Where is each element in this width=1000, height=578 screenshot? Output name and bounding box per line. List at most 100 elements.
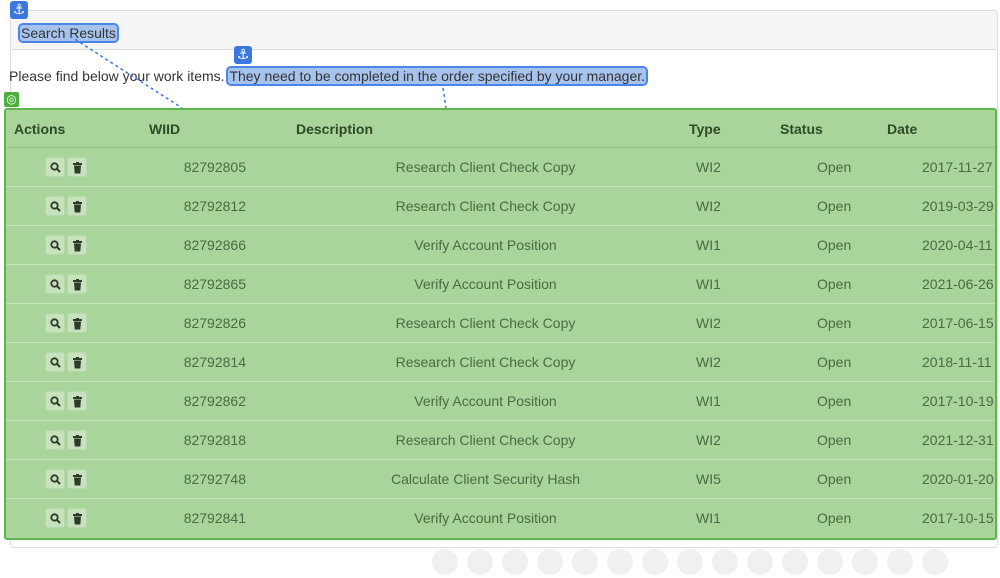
intro-highlight: They need to be completed in the order s… <box>226 66 649 86</box>
description-cell: Research Client Check Copy <box>289 186 682 226</box>
date-cell: 2017-06-15 <box>885 303 995 343</box>
actions-cell <box>6 459 141 499</box>
page-dot[interactable] <box>677 549 703 575</box>
page-dot[interactable] <box>502 549 528 575</box>
description-cell: Research Client Check Copy <box>289 303 682 343</box>
search-button[interactable] <box>45 313 65 333</box>
delete-button[interactable] <box>67 391 87 411</box>
intro-prefix: Please find below your work items. <box>9 68 225 84</box>
page-dot[interactable] <box>817 549 843 575</box>
description-cell: Research Client Check Copy <box>289 420 682 460</box>
type-cell: WI2 <box>682 186 773 226</box>
table-row: 82792862 Verify Account Position WI1 Open 20… <box>6 381 995 421</box>
table-header-row: Actions WIID Description Type Status Dat… <box>6 110 995 148</box>
intro-text: Please find below your work items. They … <box>9 66 649 86</box>
page-dot[interactable] <box>782 549 808 575</box>
delete-button[interactable] <box>67 313 87 333</box>
page-dot[interactable] <box>887 549 913 575</box>
date-cell: 2017-10-15 <box>885 498 995 537</box>
delete-button[interactable] <box>67 469 87 489</box>
date-cell: 2019-03-29 <box>885 186 995 226</box>
date-cell: 2017-10-19 <box>885 381 995 421</box>
actions-cell <box>6 303 141 343</box>
delete-button[interactable] <box>67 352 87 372</box>
search-button[interactable] <box>45 235 65 255</box>
status-cell: Open <box>773 186 885 226</box>
panel-heading: Search Results <box>11 11 997 50</box>
table-row: 82792814 Research Client Check Copy WI2 Ope… <box>6 342 995 382</box>
type-cell: WI2 <box>682 147 773 187</box>
date-cell: 2020-04-11 <box>885 225 995 265</box>
date-cell: 2017-11-27 <box>885 147 995 187</box>
wiid-cell: 82792862 <box>141 381 289 421</box>
type-cell: WI5 <box>682 459 773 499</box>
search-button[interactable] <box>45 469 65 489</box>
wiid-cell: 82792841 <box>141 498 289 537</box>
delete-button[interactable] <box>67 235 87 255</box>
status-cell: Open <box>773 420 885 460</box>
table-row: 82792805 Research Client Check Copy WI2 Ope… <box>6 147 995 187</box>
header-actions: Actions <box>6 110 141 148</box>
page-dot[interactable] <box>432 549 458 575</box>
panel-title: Search Results <box>18 23 119 43</box>
actions-cell <box>6 225 141 265</box>
wiid-cell: 82792805 <box>141 147 289 187</box>
page-dot[interactable] <box>572 549 598 575</box>
header-description: Description <box>289 110 682 148</box>
page-dot[interactable] <box>922 549 948 575</box>
page-dot[interactable] <box>607 549 633 575</box>
search-button[interactable] <box>45 352 65 372</box>
delete-button[interactable] <box>67 430 87 450</box>
date-cell: 2020-01-20 <box>885 459 995 499</box>
page-dot[interactable] <box>642 549 668 575</box>
status-cell: Open <box>773 303 885 343</box>
type-cell: WI2 <box>682 303 773 343</box>
description-cell: Verify Account Position <box>289 225 682 265</box>
description-cell: Verify Account Position <box>289 498 682 537</box>
header-date: Date <box>885 110 995 148</box>
table-row: 82792748 Calculate Client Security Hash WI… <box>6 459 995 499</box>
status-cell: Open <box>773 381 885 421</box>
status-cell: Open <box>773 225 885 265</box>
actions-cell <box>6 342 141 382</box>
status-cell: Open <box>773 342 885 382</box>
description-cell: Verify Account Position <box>289 264 682 304</box>
page-dot[interactable] <box>747 549 773 575</box>
page-dot[interactable] <box>467 549 493 575</box>
wiid-cell: 82792865 <box>141 264 289 304</box>
date-cell: 2021-12-31 <box>885 420 995 460</box>
type-cell: WI1 <box>682 381 773 421</box>
type-cell: WI1 <box>682 264 773 304</box>
type-cell: WI1 <box>682 225 773 265</box>
date-cell: 2021-06-26 <box>885 264 995 304</box>
delete-button[interactable] <box>67 274 87 294</box>
search-button[interactable] <box>45 274 65 294</box>
delete-button[interactable] <box>67 196 87 216</box>
wiid-cell: 82792812 <box>141 186 289 226</box>
table-row: 82792826 Research Client Check Copy WI2 Ope… <box>6 303 995 343</box>
anchor-icon: ⚓ <box>10 1 28 19</box>
actions-cell <box>6 186 141 226</box>
delete-button[interactable] <box>67 508 87 528</box>
actions-cell <box>6 381 141 421</box>
search-button[interactable] <box>45 508 65 528</box>
table-row: 82792865 Verify Account Position WI1 Open 20… <box>6 264 995 304</box>
target-icon: ◎ <box>4 92 19 107</box>
wiid-cell: 82792814 <box>141 342 289 382</box>
table-row: 82792841 Verify Account Position WI1 Open 20… <box>6 498 995 537</box>
search-button[interactable] <box>45 391 65 411</box>
page-dot[interactable] <box>712 549 738 575</box>
description-cell: Verify Account Position <box>289 381 682 421</box>
status-cell: Open <box>773 459 885 499</box>
status-cell: Open <box>773 147 885 187</box>
page-dot[interactable] <box>537 549 563 575</box>
page-dot[interactable] <box>852 549 878 575</box>
work-items-table: Actions WIID Description Type Status Dat… <box>6 110 995 537</box>
search-button[interactable] <box>45 157 65 177</box>
date-cell: 2018-11-11 <box>885 342 995 382</box>
search-button[interactable] <box>45 430 65 450</box>
delete-button[interactable] <box>67 157 87 177</box>
search-button[interactable] <box>45 196 65 216</box>
description-cell: Research Client Check Copy <box>289 147 682 187</box>
type-cell: WI1 <box>682 498 773 537</box>
